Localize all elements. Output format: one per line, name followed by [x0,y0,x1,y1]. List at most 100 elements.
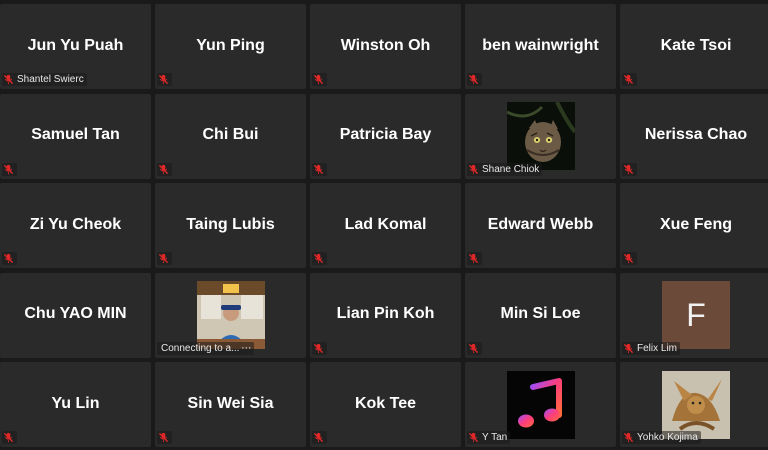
participant-tile[interactable]: Lad Komal [310,183,461,268]
participant-footer: Connecting to a... ⋯ [157,341,255,355]
participant-tile[interactable]: Kate Tsoi [620,4,768,89]
participant-tile[interactable]: Kok Tee [310,362,461,447]
participant-name: Yun Ping [196,36,265,54]
mic-muted-icon [623,164,634,174]
participant-footer [2,431,17,444]
participant-name: Edward Webb [487,215,594,233]
participant-footer: Yohko Kojima [622,431,701,444]
participant-name: ben wainwright [482,36,599,54]
mic-muted-icon [623,343,634,353]
mic-muted-icon [468,343,479,353]
participant-tile[interactable]: Xue Feng [620,183,768,268]
participant-tile[interactable]: Winston Oh [310,4,461,89]
participant-tile[interactable]: Min Si Loe [465,272,616,358]
participant-name: Samuel Tan [31,125,120,143]
music-note-icon [506,370,575,439]
participant-footer [312,73,327,86]
participant-name: Nerissa Chao [644,125,748,143]
participant-name: Lad Komal [344,215,427,233]
dragon-photo-image [662,370,730,439]
participant-name: Xue Feng [659,215,732,233]
participant-footer [467,73,482,86]
participant-tile[interactable]: Chu YAO MIN [0,272,151,358]
participant-name: Min Si Loe [500,304,581,322]
participant-name: Kok Tee [354,394,417,412]
participant-name: Patricia Bay [339,125,432,143]
participant-name: Lian Pin Koh [336,304,435,322]
letter-avatar: F [662,281,730,349]
participant-label: Yohko Kojima [637,432,698,443]
mic-muted-icon [468,432,479,443]
participant-footer [2,162,17,176]
mic-muted-icon [158,432,169,443]
participant-tile[interactable]: ben wainwright [465,4,616,89]
participant-name: Chu YAO MIN [24,304,127,322]
participant-footer [2,252,17,265]
mic-muted-icon [313,74,324,85]
mic-muted-icon [3,432,14,443]
participant-tile[interactable]: Jun Yu Puah Shantel Swierc [0,4,151,89]
mic-muted-icon [623,432,634,443]
participant-tile[interactable]: Yohko Kojima [620,362,768,447]
participant-tile[interactable]: Lian Pin Koh [310,272,461,358]
participant-label: Felix Lim [637,342,678,354]
participant-footer [312,162,327,176]
dragon-photo [662,370,730,439]
participant-name: Chi Bui [202,125,259,143]
mic-muted-icon [468,74,479,85]
mic-muted-icon [468,253,479,264]
participant-tile[interactable]: Y Tan [465,362,616,447]
participant-footer [157,162,172,176]
participant-footer [312,341,327,355]
participant-footer: Felix Lim [622,341,681,355]
participant-name: Kate Tsoi [660,36,732,54]
participant-tile[interactable]: Zi Yu Cheok [0,183,151,268]
mic-muted-icon [158,253,169,264]
participant-name: Taing Lubis [186,215,275,233]
mic-muted-icon [3,74,14,85]
mic-muted-icon [3,253,14,264]
participant-tile[interactable]: Yu Lin [0,362,151,447]
connecting-dots-icon: ⋯ [241,342,252,354]
mic-muted-icon [313,164,324,174]
participant-footer [157,252,172,265]
participant-tile[interactable]: F Felix Lim [620,272,768,358]
participant-tile[interactable]: Samuel Tan [0,93,151,179]
participant-label: Connecting to a... [161,342,240,354]
participant-footer [312,252,327,265]
participant-tile[interactable]: Sin Wei Sia [155,362,306,447]
participant-footer: Shantel Swierc [2,73,87,86]
participant-footer [467,341,482,355]
participant-label: Shantel Swierc [17,74,84,85]
participant-name: Zi Yu Cheok [29,215,122,233]
mic-muted-icon [313,343,324,353]
participant-gallery: Jun Yu Puah Shantel Swierc Yun Ping Wins… [0,0,768,450]
participant-tile[interactable]: Nerissa Chao [620,93,768,179]
video-thumbnail [196,281,265,349]
video-thumbnail-image [196,281,265,349]
participant-footer [157,73,172,86]
mic-muted-icon [158,164,169,174]
participant-tile[interactable]: Patricia Bay [310,93,461,179]
participant-name: Sin Wei Sia [187,394,274,412]
mic-muted-icon [313,432,324,443]
participant-name: Winston Oh [340,36,431,54]
participant-tile[interactable]: Yun Ping [155,4,306,89]
mic-muted-icon [3,164,14,174]
participant-footer [312,431,327,444]
participant-label: Shane Chiok [482,163,540,175]
participant-footer: Shane Chiok [467,162,543,176]
participant-tile[interactable]: Chi Bui [155,93,306,179]
participant-tile[interactable]: Taing Lubis [155,183,306,268]
cat-photo-image [506,102,575,170]
participant-tile[interactable]: Shane Chiok [465,93,616,179]
participant-footer [622,252,637,265]
participant-tile[interactable]: Connecting to a... ⋯ [155,272,306,358]
mic-muted-icon [623,74,634,85]
participant-footer [622,162,637,176]
mic-muted-icon [158,74,169,85]
participant-tile[interactable]: Edward Webb [465,183,616,268]
participant-name: Yu Lin [51,394,100,412]
mic-muted-icon [468,164,479,174]
participant-footer [622,73,637,86]
